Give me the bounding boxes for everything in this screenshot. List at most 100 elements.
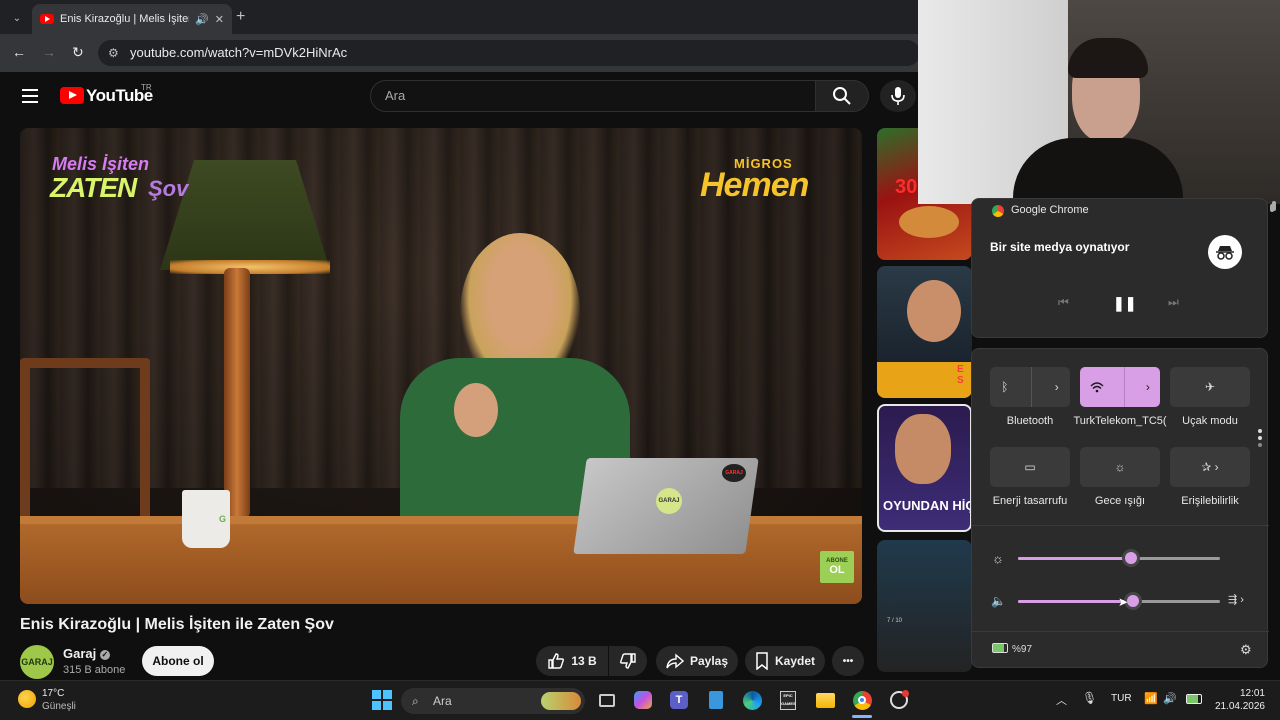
brightness-icon: ☼ (992, 551, 1004, 566)
channel-name-text: Garaj (63, 646, 97, 661)
epic-games-icon[interactable]: EPIC GAMES (776, 688, 800, 712)
more-actions-button[interactable]: ••• (832, 646, 864, 676)
volume-icon[interactable]: 🔈 (991, 594, 1006, 608)
incognito-media-icon (1208, 235, 1242, 269)
battery-percent: %97 (1012, 644, 1033, 655)
accessibility-tile[interactable]: ✰ › (1170, 447, 1250, 487)
subscribe-button[interactable]: Abone ol (142, 646, 214, 676)
search-button[interactable] (815, 80, 869, 112)
face-image (895, 414, 951, 484)
night-light-icon: ☼ (1114, 460, 1126, 474)
video-player[interactable]: G GARAJ GARAJ Melis İşiten ZATEN Şov MİG… (20, 128, 862, 604)
chevron-right-icon[interactable]: › (1146, 380, 1150, 394)
energy-saver-tile[interactable]: ▭ (990, 447, 1070, 487)
bookmark-icon (756, 652, 768, 670)
reload-icon[interactable]: ↻ (72, 44, 84, 61)
chrome-taskbar-icon[interactable] (850, 688, 874, 712)
share-button[interactable]: Paylaş (656, 646, 738, 676)
recommended-video-thumb[interactable]: OYUNDAN HİÇ (877, 404, 972, 532)
menu-icon[interactable] (22, 89, 38, 103)
like-count: 13 B (571, 654, 597, 668)
microphone-tray-icon[interactable]: 🎙 (1082, 691, 1097, 705)
file-explorer-icon[interactable] (813, 688, 837, 712)
recommended-video-thumb[interactable]: 7 / 10 (877, 540, 972, 672)
tab-close-icon[interactable]: ✕ (215, 13, 224, 26)
save-button[interactable]: Kaydet (745, 646, 825, 676)
bluetooth-tile[interactable]: ᛒ › (990, 367, 1070, 407)
page-dots[interactable] (1258, 429, 1262, 447)
tile-label: Bluetooth (1006, 415, 1054, 427)
show-logo-line3: Şov (148, 176, 189, 201)
airplane-mode-tile[interactable]: ✈ (1170, 367, 1250, 407)
youtube-logo-icon[interactable] (60, 87, 84, 104)
site-info-icon[interactable]: ⚙ (108, 40, 119, 66)
previous-track-icon[interactable]: ⏮ (1058, 295, 1069, 310)
taskbar-search-input[interactable]: ⌕ Ara (401, 688, 585, 714)
browser-tab[interactable]: Enis Kirazoğlu | Melis İşiten 🔊 ✕ (32, 4, 232, 34)
battery-saver-icon: ▭ (1024, 460, 1036, 474)
save-label: Kaydet (774, 654, 815, 668)
weather-condition[interactable]: Güneşli (42, 701, 76, 712)
clock-date[interactable]: 21.04.2026 (1205, 701, 1265, 712)
start-windows-icon[interactable] (370, 688, 394, 712)
settings-gear-icon[interactable]: ⚙ (1240, 642, 1252, 658)
tab-audio-icon[interactable]: 🔊 (195, 13, 209, 26)
microphone-icon (891, 87, 905, 105)
brightness-slider-thumb[interactable] (1122, 549, 1141, 567)
tile-label: Enerji tasarrufu (992, 495, 1068, 507)
notepad-icon[interactable] (704, 688, 728, 712)
edge-icon[interactable] (740, 688, 764, 712)
tile-label: Uçak modu (1182, 415, 1238, 427)
volume-tray-icon[interactable]: 🔊 (1163, 692, 1177, 705)
dislike-button[interactable] (609, 646, 647, 676)
share-icon (666, 653, 684, 669)
input-language[interactable]: TUR (1111, 693, 1132, 704)
mug: G (182, 490, 230, 548)
tile-label: Erişilebilirlik (1181, 495, 1239, 507)
back-arrow-icon[interactable]: ← (12, 44, 26, 60)
region-code: TR (141, 83, 152, 92)
channel-avatar[interactable]: GARAJ (20, 645, 54, 679)
teams-icon[interactable]: T (667, 688, 691, 712)
sponsor-logo: Hemen (700, 166, 809, 204)
channel-name[interactable]: Garaj ✓ (63, 646, 110, 661)
accessibility-icon: ✰ › (1201, 460, 1219, 474)
forward-arrow-icon[interactable]: → (42, 44, 56, 60)
thumb-label: OYUNDAN HİÇ (883, 498, 972, 513)
search-input[interactable]: Ara (370, 80, 816, 112)
tile-label: Gece ışığı (1094, 495, 1146, 507)
verified-icon: ✓ (99, 649, 110, 660)
new-tab-button[interactable]: + (236, 8, 245, 26)
task-view-icon[interactable] (595, 688, 619, 712)
weather-temperature[interactable]: 17°C (42, 688, 64, 699)
snipping-tool-icon[interactable] (887, 688, 911, 712)
copilot-icon[interactable] (631, 688, 655, 712)
subscribe-watermark[interactable]: ABONE OL (820, 551, 854, 583)
clock-time[interactable]: 12:01 (1215, 688, 1265, 699)
audio-output-icon[interactable]: ⇶ › (1228, 593, 1244, 606)
recommended-video-thumb[interactable]: E S (877, 266, 972, 398)
url-bar[interactable]: ⚙ youtube.com/watch?v=mDVk2HiNrAc (98, 40, 920, 66)
network-tray-icon[interactable]: 📶 (1144, 692, 1158, 705)
like-button[interactable]: 13 B (536, 646, 608, 676)
next-track-icon[interactable]: ⏭ (1168, 295, 1179, 310)
share-label: Paylaş (689, 654, 729, 668)
pause-icon[interactable]: ❚❚ (1113, 295, 1136, 312)
battery-icon[interactable] (992, 643, 1008, 653)
wifi-tile[interactable]: › (1080, 367, 1160, 407)
epic-games-label: EPIC GAMES (780, 690, 796, 710)
wifi-icon (1090, 381, 1104, 393)
hidden-icons-chevron-icon[interactable]: ︿ (1056, 692, 1067, 708)
battery-tray-icon[interactable] (1186, 694, 1202, 704)
quick-settings-panel: ᛒ › › ✈ Bluetooth TurkTelekom_TC5( Uçak m… (971, 348, 1269, 668)
chevron-right-icon[interactable]: › (1055, 380, 1059, 394)
quick-settings-scrollbar[interactable] (1270, 204, 1274, 672)
tab-search-chevron-icon[interactable]: ⌄ (8, 10, 26, 26)
volume-slider-fill (1018, 600, 1134, 603)
weather-sun-icon[interactable] (18, 690, 36, 708)
thumb-label: 30 (895, 176, 918, 198)
night-light-tile[interactable]: ☼ (1080, 447, 1160, 487)
voice-search-button[interactable] (880, 80, 916, 112)
airplane-icon: ✈ (1204, 380, 1216, 394)
bluetooth-icon: ᛒ (1001, 380, 1009, 394)
